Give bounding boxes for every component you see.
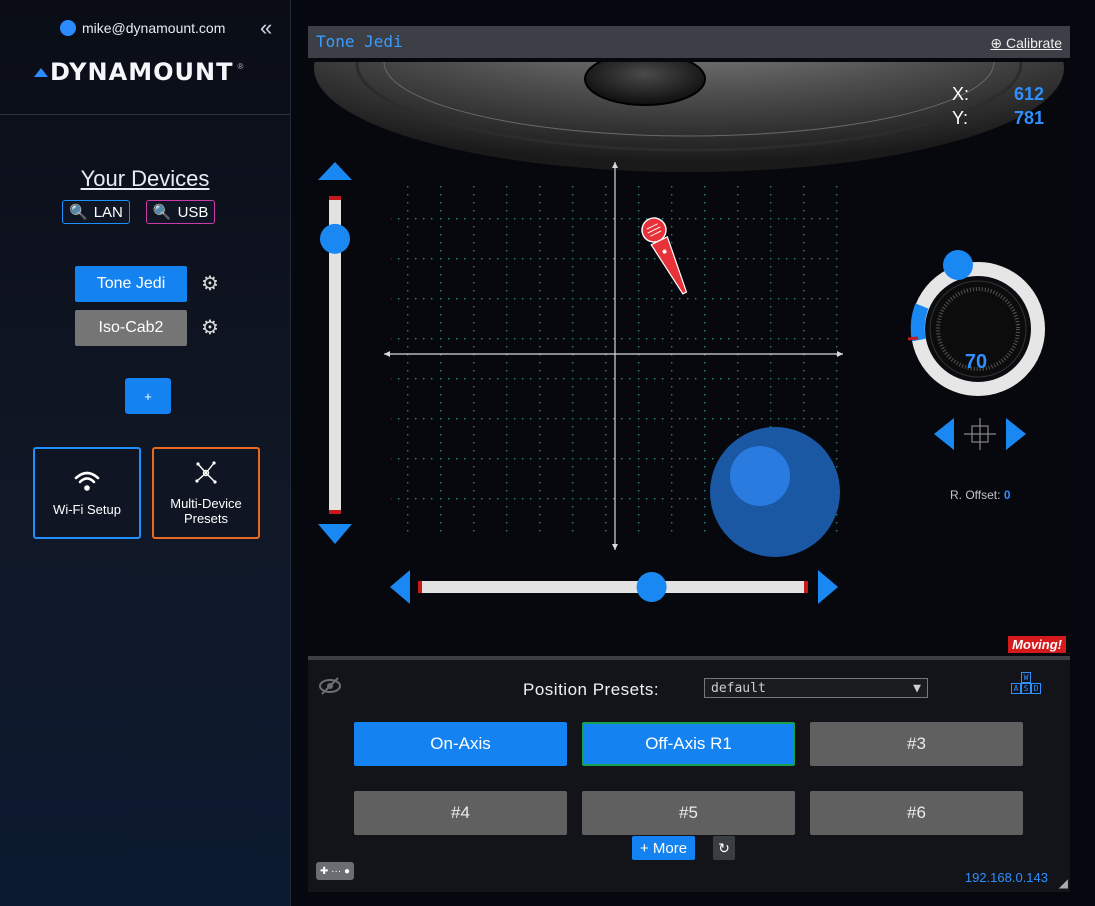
devices-title: Your Devices	[80, 166, 210, 191]
preset-button-4[interactable]: #4	[354, 791, 567, 835]
preset-button-1[interactable]: On-Axis	[354, 722, 567, 766]
preset-button-3[interactable]: #3	[810, 722, 1023, 766]
joystick[interactable]	[710, 427, 840, 557]
rotation-offset-label: R. Offset:	[950, 488, 1001, 502]
rotation-value: 70	[964, 351, 988, 373]
preset-select[interactable]: default ▼	[704, 678, 928, 698]
add-device-button[interactable]: +	[125, 378, 171, 414]
device-button-iso-cab2[interactable]: Iso-Cab2	[75, 310, 187, 346]
wasd-keys-icon[interactable]: W ASD	[1011, 672, 1041, 694]
slider-up-arrow-icon[interactable]	[318, 162, 352, 180]
key-a: A	[1011, 683, 1021, 694]
x-label: X:	[952, 84, 970, 104]
device-title: Tone Jedi	[316, 32, 403, 51]
multi-device-presets-label: Multi-Device Presets	[170, 496, 242, 526]
preset-button-5[interactable]: #5	[582, 791, 795, 835]
multi-device-presets-button[interactable]: Multi-Device Presets	[152, 447, 260, 539]
main-panel: Tone Jedi ⊕ Calibrate X: 612 Y: 781 70 R…	[308, 26, 1070, 892]
gear-icon[interactable]: ⚙	[201, 318, 221, 338]
crosshair-icon[interactable]	[964, 418, 996, 450]
key-s: S	[1021, 683, 1031, 694]
gamepad-icon[interactable]: ✚ ··· ●	[316, 862, 354, 880]
rotate-left-arrow-icon[interactable]	[934, 418, 954, 450]
more-presets-button[interactable]: + More	[632, 836, 696, 860]
device-button-tone-jedi[interactable]: Tone Jedi	[75, 266, 187, 302]
wifi-setup-button[interactable]: Wi-Fi Setup	[33, 447, 141, 539]
rotation-controls	[934, 418, 1026, 450]
preset-button-6[interactable]: #6	[810, 791, 1023, 835]
presets-panel: Position Presets: default ▼ W ASD On-Axi…	[308, 656, 1070, 892]
wifi-icon	[74, 470, 100, 496]
rotation-dial[interactable]	[907, 250, 1046, 397]
horizontal-slider[interactable]	[390, 570, 838, 604]
preset-label: Position Presets:	[523, 680, 660, 699]
search-usb-label: USB	[177, 203, 209, 221]
title-bar: Tone Jedi ⊕ Calibrate	[308, 26, 1070, 58]
vertical-slider-knob[interactable]	[320, 223, 350, 254]
rotation-offset: R. Offset: 0	[950, 488, 1011, 502]
y-label: Y:	[952, 108, 969, 128]
rotate-right-arrow-icon[interactable]	[1006, 418, 1026, 450]
user-email: mike@dynamount.com	[82, 20, 226, 36]
y-value: 781	[1013, 108, 1044, 128]
coordinate-readout: X: 612 Y: 781	[952, 82, 1044, 130]
chevron-down-icon: ▼	[913, 680, 921, 696]
key-d: D	[1031, 683, 1041, 694]
calibrate-link[interactable]: ⊕ Calibrate	[990, 35, 1062, 52]
preset-select-value: default	[711, 680, 766, 696]
status-badge: Moving!	[1008, 636, 1066, 653]
search-icon: 🔍	[69, 204, 88, 221]
preset-button-2[interactable]: Off-Axis R1	[582, 722, 795, 766]
slider-right-arrow-icon[interactable]	[818, 570, 838, 604]
vertical-slider[interactable]	[318, 162, 352, 544]
horizontal-slider-knob[interactable]	[636, 572, 667, 602]
search-lan-label: LAN	[93, 203, 123, 221]
key-w: W	[1021, 672, 1031, 683]
x-value: 612	[1013, 84, 1044, 104]
logo: DYNAMOUNT ®	[34, 58, 243, 86]
slider-left-arrow-icon[interactable]	[390, 570, 410, 604]
position-stage: X: 612 Y: 781 70 R. Offset: 0 Moving!	[308, 58, 1070, 656]
gear-icon[interactable]: ⚙	[201, 274, 221, 294]
sidebar-divider	[0, 114, 290, 115]
logo-diamond-icon	[34, 67, 48, 77]
eye-off-icon[interactable]	[318, 676, 342, 702]
logo-text: DYNAMOUNT	[50, 58, 234, 86]
rotation-offset-value: 0	[1003, 488, 1011, 502]
slider-down-arrow-icon[interactable]	[318, 524, 352, 544]
search-usb-button[interactable]: 🔍 USB	[145, 200, 216, 224]
collapse-sidebar-icon[interactable]: «	[260, 15, 272, 41]
user-icon	[60, 20, 76, 36]
sidebar: mike@dynamount.com « DYNAMOUNT ® Your De…	[0, 0, 291, 906]
ip-address: 192.168.0.143	[964, 870, 1048, 885]
resize-handle-icon[interactable]: ◢	[1059, 876, 1068, 890]
wifi-setup-label: Wi-Fi Setup	[53, 501, 121, 517]
network-icon	[193, 460, 219, 490]
user-account[interactable]: mike@dynamount.com	[60, 20, 225, 36]
search-icon: 🔍	[152, 204, 172, 221]
logo-registered-mark: ®	[237, 61, 244, 71]
refresh-icon[interactable]: ↻	[713, 836, 735, 860]
search-lan-button[interactable]: 🔍 LAN	[62, 200, 130, 224]
